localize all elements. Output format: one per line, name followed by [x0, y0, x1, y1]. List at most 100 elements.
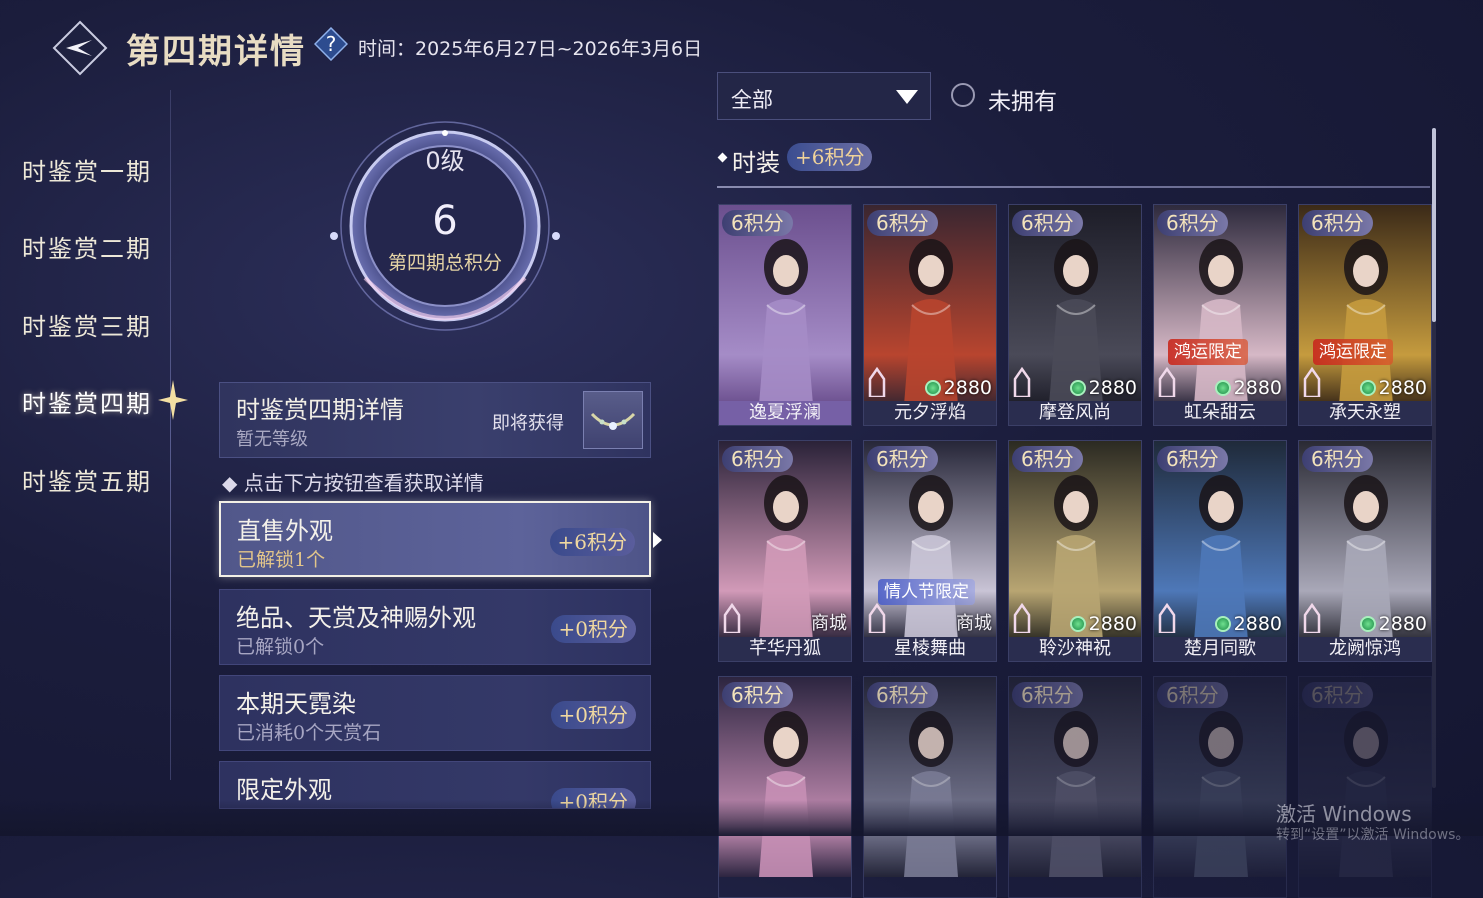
costume-points: 6积分 — [1302, 210, 1373, 236]
costume-card[interactable]: 6积分 鸿运限定 2880 虹朵甜云 — [1153, 204, 1287, 426]
selected-pointer-icon — [653, 532, 662, 548]
nav-item-period-2[interactable]: 时鉴赏二期 — [22, 229, 152, 264]
category-divider — [717, 186, 1430, 188]
category-points: +6积分 — [787, 143, 873, 171]
jade-coin-icon — [1069, 380, 1086, 396]
costume-card[interactable]: 6积分 — [1298, 676, 1432, 898]
price-value: 2880 — [1233, 613, 1282, 635]
lock-icon — [1303, 602, 1321, 635]
jade-coin-icon — [1359, 616, 1376, 632]
source-subtitle: 已消耗0个天赏石 — [236, 722, 382, 744]
costume-card[interactable]: 6积分 — [1008, 676, 1142, 898]
shop-label: 商城 — [956, 613, 992, 634]
costume-price: 2880 — [1359, 377, 1427, 399]
costume-card[interactable]: 6积分 — [863, 676, 997, 898]
costume-price: 2880 — [1069, 613, 1137, 635]
price-value: 2880 — [943, 377, 992, 399]
price-value: 2880 — [1088, 377, 1137, 399]
costume-points: 6积分 — [1012, 210, 1083, 236]
unowned-label[interactable]: 未拥有 — [988, 82, 1057, 116]
costume-card[interactable]: 6积分 2880 楚月同歌 — [1153, 440, 1287, 662]
source-title: 直售外观 — [237, 517, 333, 545]
jade-coin-icon — [1069, 616, 1086, 632]
source-points: +0积分 — [550, 615, 636, 643]
costume-points: 6积分 — [1302, 446, 1373, 472]
costume-price: 2880 — [924, 377, 992, 399]
category-dropdown[interactable]: 全部 — [717, 72, 931, 120]
nav-divider — [170, 90, 171, 780]
source-premium-appearance[interactable]: 绝品、天赏及神赐外观 已解锁0个 +0积分 — [219, 589, 651, 665]
period-text: 时间：2025年6月27日~2026年3月6日 — [358, 38, 703, 60]
windows-activation-watermark: 激活 Windows — [1276, 802, 1412, 826]
limited-badge: 鸿运限定 — [1313, 339, 1393, 365]
lock-icon — [868, 366, 886, 399]
costume-price: 2880 — [1214, 613, 1282, 635]
costume-card[interactable]: 6积分 2880 龙阙惊鸿 — [1298, 440, 1432, 662]
upcoming-reward-item[interactable] — [583, 391, 643, 449]
costume-name: 承天永塑 — [1299, 401, 1431, 425]
costume-card[interactable]: 6积分鸿运限定 2880 承天永塑 — [1298, 204, 1432, 426]
costume-points: 6积分 — [722, 210, 793, 236]
chevron-down-icon — [896, 90, 918, 104]
source-subtitle: 已解锁1个 — [237, 549, 326, 571]
upcoming-reward-label: 即将获得 — [492, 413, 564, 434]
source-direct-sale[interactable]: 直售外观 已解锁1个 +6积分 — [219, 501, 651, 577]
costume-name: 星棱舞曲 — [864, 637, 996, 661]
costume-name: 虹朵甜云 — [1154, 401, 1286, 425]
jade-coin-icon — [1214, 616, 1231, 632]
costume-price: 2880 — [1069, 377, 1137, 399]
jade-coin-icon — [1359, 380, 1376, 396]
question-icon: ? — [313, 26, 349, 62]
svg-text:?: ? — [326, 32, 337, 56]
unowned-radio[interactable] — [951, 83, 975, 107]
costume-points: 6积分 — [867, 446, 938, 472]
costume-points: 6积分 — [1012, 682, 1083, 708]
lock-icon — [1158, 366, 1176, 399]
scrollbar-thumb[interactable] — [1432, 128, 1436, 322]
total-score: 6 — [432, 198, 458, 244]
price-value: 2880 — [1378, 613, 1427, 635]
costume-card[interactable]: 6积分逸夏浮澜 — [718, 204, 852, 426]
shop-label: 商城 — [811, 613, 847, 634]
lock-icon — [1013, 366, 1031, 399]
source-points: +6积分 — [549, 528, 635, 556]
costume-points: 6积分 — [1012, 446, 1083, 472]
source-title: 本期天霓染 — [236, 690, 356, 718]
total-score-label: 第四期总积分 — [387, 252, 502, 274]
lock-icon — [723, 602, 741, 635]
costume-card[interactable]: 6积分 2880 聆沙神祝 — [1008, 440, 1142, 662]
jade-coin-icon — [924, 380, 941, 396]
nav-item-period-4[interactable]: 时鉴赏四期 — [22, 384, 152, 419]
limited-badge: 鸿运限定 — [1168, 339, 1248, 365]
costume-card[interactable]: 6积分情人节限定商城星棱舞曲 — [863, 440, 997, 662]
bullet-icon — [717, 152, 728, 163]
help-button[interactable]: ? — [313, 26, 349, 62]
price-value: 2880 — [1233, 377, 1282, 399]
lock-icon — [1303, 366, 1321, 399]
back-button[interactable] — [52, 20, 108, 76]
nav-item-period-1[interactable]: 时鉴赏一期 — [22, 152, 152, 187]
costume-card[interactable]: 6积分 2880 摩登风尚 — [1008, 204, 1142, 426]
source-subtitle: 已解锁0个 — [236, 636, 325, 658]
costume-name: 楚月同歌 — [1154, 637, 1286, 661]
costume-name: 芊华丹狐 — [719, 637, 851, 661]
costume-points: 6积分 — [722, 682, 793, 708]
limited-badge: 情人节限定 — [878, 579, 975, 605]
costume-price: 2880 — [1214, 377, 1282, 399]
nav-item-period-3[interactable]: 时鉴赏三期 — [22, 307, 152, 342]
costume-points: 6积分 — [1157, 682, 1228, 708]
costume-card[interactable]: 6积分 — [1153, 676, 1287, 898]
costume-card[interactable]: 6积分 — [718, 676, 852, 898]
costume-points: 6积分 — [722, 446, 793, 472]
price-value: 2880 — [1088, 613, 1137, 635]
costume-price: 2880 — [1359, 613, 1427, 635]
source-dye[interactable]: 本期天霓染 已消耗0个天赏石 +0积分 — [219, 675, 651, 751]
nav-item-period-5[interactable]: 时鉴赏五期 — [22, 462, 152, 497]
detail-title: 时鉴赏四期详情 — [236, 396, 404, 424]
costume-name: 聆沙神祝 — [1009, 637, 1141, 661]
costume-card[interactable]: 6积分商城芊华丹狐 — [718, 440, 852, 662]
costume-card[interactable]: 6积分 2880 元夕浮焰 — [863, 204, 997, 426]
costume-points: 6积分 — [1157, 446, 1228, 472]
jade-coin-icon — [1214, 380, 1231, 396]
costume-name: 逸夏浮澜 — [719, 401, 851, 425]
